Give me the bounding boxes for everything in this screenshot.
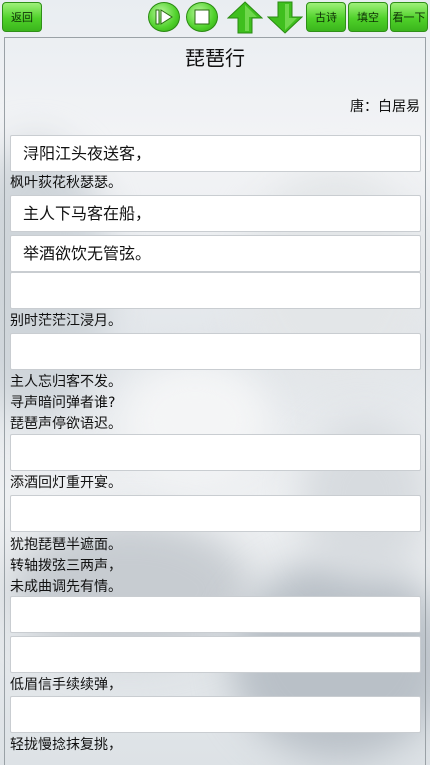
answer-box[interactable] (10, 333, 421, 370)
ancient-poem-label: 古诗 (315, 11, 337, 24)
back-button[interactable]: 返回 (2, 2, 42, 32)
answer-box[interactable] (10, 434, 421, 471)
fill-blank-button[interactable]: 填空 (348, 2, 388, 32)
toolbar: 返回 古诗 填空 看一下 (0, 0, 430, 35)
arrow-up-icon (227, 1, 263, 34)
poem-line: 犹抱琵琶半遮面。 (10, 537, 122, 553)
answer-box[interactable] (10, 696, 421, 733)
ancient-poem-button[interactable]: 古诗 (306, 2, 346, 32)
answer-box[interactable] (10, 596, 421, 633)
back-button-label: 返回 (11, 11, 33, 24)
answer-box[interactable] (10, 636, 421, 673)
poem-line: 添酒回灯重开宴。 (10, 475, 122, 491)
poem-line: 轻拢慢捻抹复挑， (10, 737, 122, 753)
answer-box[interactable] (10, 272, 421, 309)
poem-line: 琵琶声停欲语迟。 (10, 416, 122, 432)
answer-box[interactable]: 主人下马客在船， (10, 195, 421, 232)
stop-icon (194, 9, 210, 25)
stop-button[interactable] (186, 2, 218, 32)
poem-line: 主人忘归客不发。 (10, 374, 122, 390)
scroll-down-button[interactable] (266, 0, 304, 35)
fill-blank-label: 填空 (357, 11, 379, 24)
poem-author: 唐：白居易 (350, 99, 420, 115)
answer-box[interactable] (10, 495, 421, 532)
poem-line: 枫叶荻花秋瑟瑟。 (10, 175, 122, 191)
answer-box[interactable]: 举酒欲饮无管弦。 (10, 235, 421, 272)
poem-line: 转轴拨弦三两声， (10, 558, 122, 574)
next-label: 看一下 (392, 11, 426, 24)
poem-line: 低眉信手续续弹， (10, 677, 122, 693)
poem-line: 别时茫茫江浸月。 (10, 313, 122, 329)
play-button[interactable] (148, 2, 180, 32)
poem-title: 琵琶行 (185, 46, 245, 70)
arrow-down-icon (267, 1, 303, 34)
answer-box[interactable]: 浔阳江头夜送客， (10, 135, 421, 172)
poem-line: 寻声暗问弹者谁? (10, 395, 116, 411)
play-icon (155, 9, 173, 25)
scroll-up-button[interactable] (226, 0, 264, 35)
poem-line: 未成曲调先有情。 (10, 579, 122, 595)
next-button[interactable]: 看一下 (390, 2, 428, 32)
